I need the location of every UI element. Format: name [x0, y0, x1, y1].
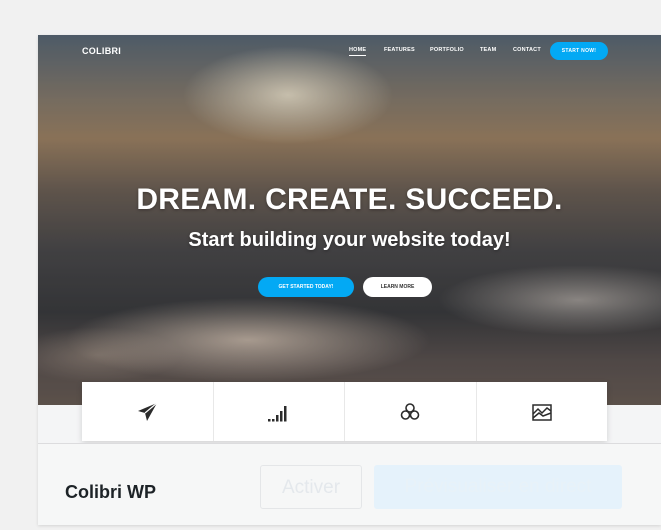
feature-cell	[477, 382, 608, 441]
preview-nav-features: FEATURES	[384, 47, 415, 53]
live-preview-button[interactable]: Prévisualiser en direct	[374, 465, 622, 509]
preview-headline: DREAM. CREATE. SUCCEED.	[136, 183, 563, 216]
preview-feature-strip	[82, 382, 607, 441]
feature-cell	[345, 382, 477, 441]
preview-nav-team: TEAM	[480, 47, 497, 53]
theme-actions-bar: Colibri WP Activer Prévisualiser en dire…	[38, 443, 661, 525]
preview-navbar: COLIBRI HOME FEATURES PORTFOLIO TEAM CON…	[38, 35, 661, 65]
preview-start-now-button: START NOW!	[550, 42, 608, 60]
theme-screenshot[interactable]: COLIBRI HOME FEATURES PORTFOLIO TEAM CON…	[38, 35, 661, 443]
theme-name: Colibri WP	[65, 482, 156, 502]
theme-card[interactable]: COLIBRI HOME FEATURES PORTFOLIO TEAM CON…	[38, 35, 661, 525]
preview-learn-more-button: LEARN MORE	[363, 277, 432, 297]
paper-plane-icon	[138, 402, 158, 421]
hero-background	[38, 35, 661, 405]
preview-logo: COLIBRI	[82, 46, 122, 56]
chart-area-icon	[532, 403, 552, 421]
signal-bars-icon	[267, 405, 287, 421]
preview-subheadline: Start building your website today!	[188, 229, 511, 251]
preview-nav-home: HOME	[349, 47, 367, 56]
feature-cell	[82, 382, 214, 441]
preview-get-started-button: GET STARTED TODAY!	[258, 277, 354, 297]
preview-nav-contact: CONTACT	[513, 47, 541, 53]
activate-button[interactable]: Activer	[260, 465, 362, 509]
preview-nav-portfolio: PORTFOLIO	[430, 47, 464, 53]
feature-cell	[214, 382, 345, 441]
cubes-icon	[400, 402, 420, 420]
